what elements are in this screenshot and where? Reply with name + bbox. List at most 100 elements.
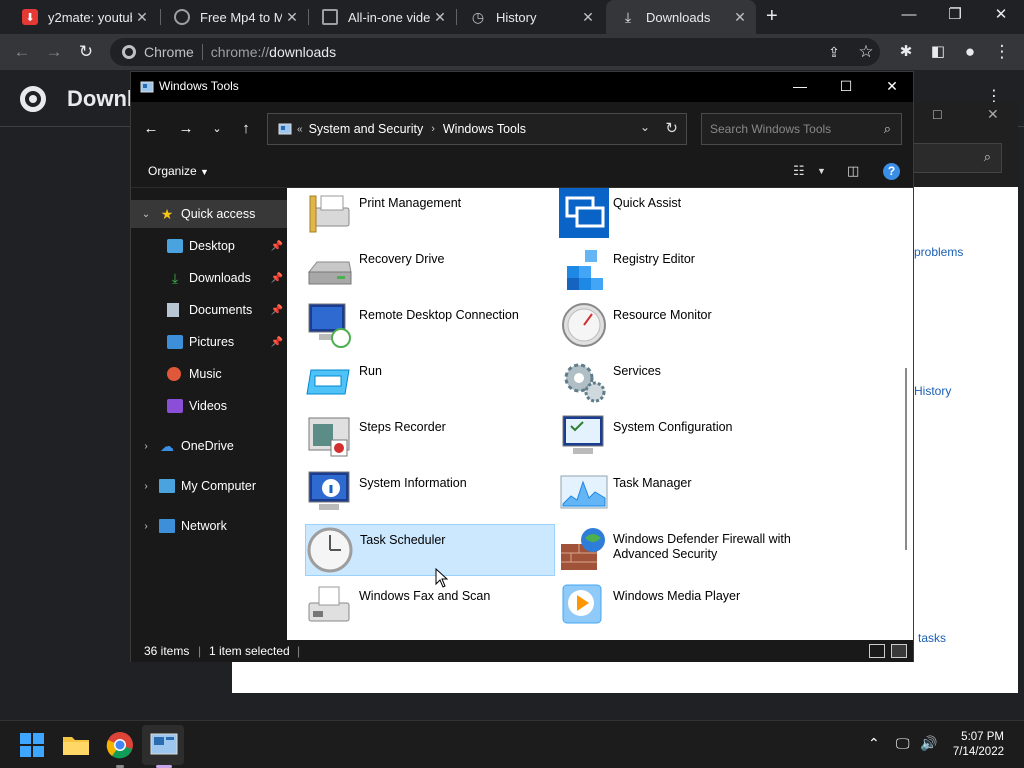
chrome-icon[interactable]	[104, 729, 136, 761]
tile-resource-monitor[interactable]: Resource Monitor	[559, 300, 809, 352]
chevron-right-icon[interactable]: ›	[139, 441, 153, 452]
tab-free-mp4[interactable]: Free Mp4 to Mp3 ✕	[160, 0, 308, 34]
network-icon	[159, 519, 175, 533]
restore-button[interactable]: ❐	[932, 0, 978, 34]
start-icon[interactable]	[16, 729, 48, 761]
nav-pictures[interactable]: Pictures 📌	[131, 328, 287, 356]
breadcrumb-windows-tools[interactable]: Windows Tools	[443, 122, 526, 136]
tile-task-manager[interactable]: Task Manager	[559, 468, 809, 520]
close-icon[interactable]: ✕	[282, 9, 302, 26]
close-button[interactable]: ✕	[978, 0, 1024, 34]
chevron-right-icon[interactable]: ›	[139, 521, 153, 532]
back-button[interactable]: ←	[139, 118, 163, 140]
chevron-right-icon[interactable]: ›	[139, 481, 153, 492]
details-view-icon[interactable]	[869, 644, 885, 658]
share-icon[interactable]: ⇪	[822, 40, 846, 64]
nav-network[interactable]: › Network	[131, 512, 287, 540]
chevron-down-icon[interactable]: ⌄	[139, 209, 153, 220]
nav-documents[interactable]: Documents 📌	[131, 296, 287, 324]
nav-desktop[interactable]: Desktop 📌	[131, 232, 287, 260]
close-icon[interactable]: ✕	[578, 9, 598, 26]
file-explorer-icon[interactable]	[60, 729, 92, 761]
tile-print-management[interactable]: Print Management	[305, 188, 555, 240]
recent-locations-button[interactable]: ⌄	[205, 118, 229, 140]
close-icon[interactable]: ✕	[730, 9, 750, 26]
nav-downloads[interactable]: ⤓ Downloads 📌	[131, 264, 287, 292]
tile-system-information[interactable]: System Information	[305, 468, 555, 520]
refresh-icon[interactable]: ↻	[665, 119, 678, 137]
tile-system-configuration[interactable]: System Configuration	[559, 412, 809, 464]
new-tab-button[interactable]: +	[766, 5, 778, 28]
close-button[interactable]: ✕	[869, 72, 915, 102]
nav-onedrive[interactable]: › ☁ OneDrive	[131, 432, 287, 460]
menu-icon[interactable]: ⋮	[990, 40, 1014, 64]
close-icon[interactable]: ✕	[132, 9, 152, 26]
pin-icon[interactable]: 📌	[271, 305, 283, 316]
tile-firewall[interactable]: Windows Defender Firewall with Advanced …	[559, 524, 809, 576]
tab-history[interactable]: ◷ History ✕	[456, 0, 604, 34]
system-clock[interactable]: 5:07 PM 7/14/2022	[953, 730, 1004, 760]
chevron-down-icon[interactable]: ⌄	[640, 120, 650, 134]
breadcrumb-overflow[interactable]: «	[297, 124, 303, 135]
large-icons-view-icon[interactable]	[891, 644, 907, 658]
tile-quick-assist[interactable]: Quick Assist	[559, 188, 809, 240]
windows-tools-icon[interactable]	[148, 729, 180, 761]
vertical-scrollbar[interactable]	[905, 368, 907, 550]
tab-y2mate[interactable]: ⬇ y2mate: youtube ✕	[8, 0, 158, 34]
minimize-button[interactable]: —	[777, 72, 823, 102]
organize-button[interactable]: Organize ▼	[148, 164, 209, 178]
help-icon[interactable]: ?	[883, 163, 900, 180]
preview-pane-icon[interactable]: ◫	[847, 163, 859, 179]
chrome-toolbar: ← → ↻ Chrome chrome://downloads ⇪ ☆ ✱ ◧ …	[0, 34, 1024, 70]
nav-my-computer[interactable]: › My Computer	[131, 472, 287, 500]
tile-steps-recorder[interactable]: Steps Recorder	[305, 412, 555, 464]
control-panel-link[interactable]: problems	[914, 245, 963, 259]
forward-button[interactable]: →	[42, 40, 66, 64]
tile-remote-desktop[interactable]: Remote Desktop Connection	[305, 300, 555, 352]
address-bar[interactable]: « System and Security › Windows Tools ⌄ …	[267, 113, 687, 145]
tile-run[interactable]: Run	[305, 356, 555, 408]
tile-task-scheduler[interactable]: Task Scheduler	[305, 524, 555, 576]
close-icon[interactable]: ✕	[987, 106, 999, 123]
minimize-button[interactable]: —	[886, 0, 932, 34]
pin-icon[interactable]: 📌	[271, 273, 283, 284]
tile-fax-scan[interactable]: Windows Fax and Scan	[305, 581, 555, 633]
network-status-icon[interactable]: 🖵	[896, 735, 910, 752]
tab-downloads[interactable]: ⤓ Downloads ✕	[606, 0, 756, 34]
control-panel-search[interactable]: ⌕	[912, 143, 1002, 173]
side-panel-icon[interactable]: ◧	[926, 40, 950, 64]
tab-all-in-one[interactable]: All-in-one video ✕	[308, 0, 456, 34]
control-panel-link[interactable]: tasks	[918, 631, 946, 645]
tile-services[interactable]: Services	[559, 356, 809, 408]
nav-music[interactable]: Music	[131, 360, 287, 388]
control-panel-link[interactable]: History	[914, 384, 951, 398]
address-bar[interactable]: Chrome chrome://downloads	[110, 38, 880, 66]
extensions-icon[interactable]: ✱	[894, 40, 918, 64]
pin-icon[interactable]: 📌	[271, 241, 283, 252]
steps-recorder-icon	[308, 417, 350, 457]
bookmark-star-icon[interactable]: ☆	[854, 40, 878, 64]
pin-icon[interactable]: 📌	[271, 337, 283, 348]
maximize-icon[interactable]: ☐	[932, 108, 943, 122]
close-icon[interactable]: ✕	[430, 9, 450, 26]
volume-icon[interactable]: 🔊	[920, 735, 937, 752]
nav-label: My Computer	[181, 479, 257, 493]
chevron-right-icon[interactable]: ›	[431, 123, 435, 135]
search-input[interactable]: Search Windows Tools ⌕	[701, 113, 902, 145]
tile-recovery-drive[interactable]: Recovery Drive	[305, 244, 555, 296]
forward-button[interactable]: →	[174, 118, 198, 140]
profile-icon[interactable]: ●	[958, 40, 982, 64]
nav-quick-access[interactable]: ⌄ ★ Quick access	[131, 200, 287, 228]
up-button[interactable]: ↑	[234, 118, 258, 140]
nav-videos[interactable]: Videos	[131, 392, 287, 420]
back-button[interactable]: ←	[10, 40, 34, 64]
tile-registry-editor[interactable]: Registry Editor	[559, 244, 809, 296]
reload-button[interactable]: ↻	[74, 40, 98, 64]
breadcrumb-system-security[interactable]: System and Security	[309, 122, 424, 136]
chevron-up-icon[interactable]: ⌃	[868, 735, 880, 752]
maximize-button[interactable]: ☐	[823, 72, 869, 102]
change-view-icon[interactable]: ☷	[793, 163, 805, 179]
tile-media-player[interactable]: Windows Media Player	[559, 581, 809, 633]
download-icon: ⤓	[624, 8, 632, 25]
view-options-caret-icon[interactable]: ▼	[817, 166, 826, 176]
